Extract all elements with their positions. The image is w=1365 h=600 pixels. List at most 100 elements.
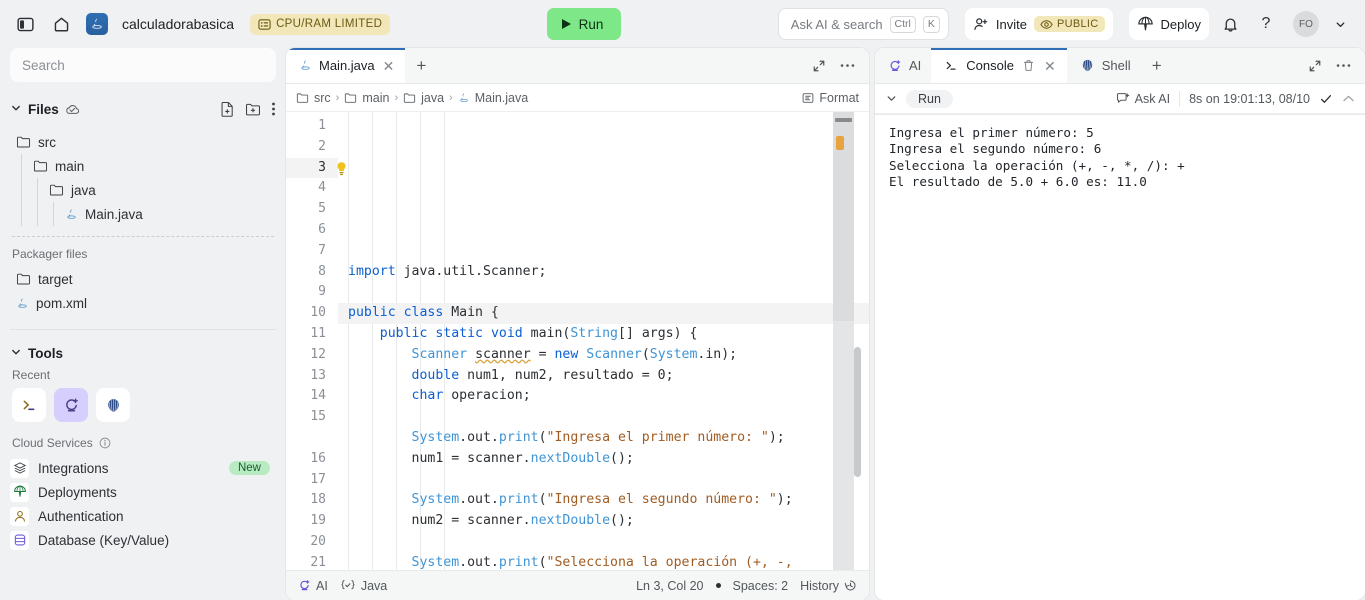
cloud-services-label-row: Cloud Services — [12, 436, 276, 450]
tree-item-src[interactable]: src — [10, 130, 276, 154]
code-line[interactable]: System.out.print("Selecciona la operació… — [338, 553, 869, 570]
sidebar-item-integrations[interactable]: Integrations New — [10, 456, 276, 480]
ask-ai-search-input[interactable]: Ask AI & search Ctrl K — [777, 8, 949, 40]
breadcrumb-item-main[interactable]: main — [344, 91, 389, 105]
eye-icon — [1040, 19, 1053, 30]
tree-item-java[interactable]: java — [10, 178, 276, 202]
new-tab-button[interactable]: + — [405, 48, 437, 83]
tool-ai-button[interactable] — [54, 388, 88, 422]
breadcrumb-item-main-java[interactable]: Main.java — [458, 91, 528, 105]
indent-guide — [37, 178, 38, 202]
code-line[interactable]: char operacion; — [338, 386, 869, 407]
code-token: scanner — [475, 346, 531, 362]
tab-ai[interactable]: AI — [875, 48, 931, 83]
trash-icon[interactable] — [1021, 59, 1036, 72]
tab-main-java[interactable]: Main.java ✕ — [286, 48, 406, 83]
status-ai-button[interactable]: AI — [298, 579, 328, 593]
sidebar-item-authentication[interactable]: Authentication — [10, 504, 276, 528]
code-line[interactable]: import java.util.Scanner; — [338, 262, 869, 283]
indent-setting[interactable]: Spaces: 2 — [733, 579, 789, 593]
search-input[interactable]: Search — [10, 48, 276, 82]
project-name[interactable]: calculadorabasica — [122, 16, 234, 32]
code-line[interactable] — [338, 532, 869, 553]
tools-section-header[interactable]: Tools — [10, 340, 276, 366]
tab-shell[interactable]: Shell — [1067, 48, 1141, 83]
code-line[interactable] — [338, 282, 869, 303]
deploy-icon — [10, 482, 29, 502]
chevron-down-icon[interactable] — [1325, 9, 1355, 39]
tree-item-pom-xml[interactable]: pom.xml — [10, 291, 276, 315]
tree-item-main-java[interactable]: Main.java — [10, 202, 276, 226]
tree-item-target[interactable]: target — [10, 267, 276, 291]
more-options-icon[interactable] — [1331, 54, 1355, 78]
maximize-icon[interactable] — [1303, 54, 1327, 78]
maximize-icon[interactable] — [807, 54, 831, 78]
more-options-icon[interactable] — [271, 101, 276, 117]
code-line[interactable]: System.out.print("Ingresa el primer núme… — [338, 428, 869, 449]
chevron-down-icon[interactable] — [10, 346, 22, 361]
cursor-position[interactable]: Ln 3, Col 20 — [636, 579, 703, 593]
sidebar-toggle-icon[interactable] — [10, 9, 40, 39]
code-token: Main { — [443, 305, 499, 321]
help-icon[interactable]: ? — [1251, 9, 1281, 39]
code-line[interactable]: System.out.print("Ingresa el segundo núm… — [338, 490, 869, 511]
collapse-icon[interactable] — [1342, 94, 1355, 103]
breadcrumb-item-java[interactable]: java — [403, 91, 444, 105]
console-ask-ai-button[interactable]: Ask AI — [1116, 92, 1170, 106]
console-output[interactable]: Ingresa el primer número: 5 Ingresa el s… — [875, 115, 1365, 600]
code-token: ( — [641, 346, 650, 362]
files-section-header[interactable]: Files — [10, 96, 276, 122]
chevron-down-icon[interactable] — [885, 92, 898, 105]
public-badge[interactable]: PUBLIC — [1033, 16, 1105, 32]
line-number: 11 — [310, 325, 326, 341]
run-button[interactable]: Run — [546, 8, 622, 40]
tool-shell-button[interactable] — [12, 388, 46, 422]
java-file-icon — [458, 92, 470, 104]
breadcrumb-item-src[interactable]: src — [296, 91, 331, 105]
status-language[interactable]: Java — [340, 579, 387, 593]
new-file-icon[interactable] — [220, 101, 235, 117]
console-tab-actions — [1303, 48, 1365, 83]
more-options-icon[interactable] — [835, 54, 859, 78]
deploy-button[interactable]: Deploy — [1128, 8, 1209, 40]
line-number: 8 — [318, 263, 326, 279]
code-scrollbar-thumb[interactable] — [854, 347, 861, 477]
avatar[interactable]: FO — [1293, 11, 1319, 37]
code-line[interactable]: double num1, num2, resultado = 0; — [338, 366, 869, 387]
line-number: 20 — [310, 533, 326, 549]
format-button[interactable]: Format — [802, 91, 859, 105]
code-scrollbar[interactable] — [854, 112, 861, 570]
indent-guide — [21, 154, 22, 178]
close-icon[interactable]: ✕ — [382, 59, 396, 73]
chevron-down-icon[interactable] — [10, 102, 22, 117]
info-icon[interactable] — [99, 437, 111, 449]
code-line[interactable] — [338, 407, 869, 428]
sidebar-item-database[interactable]: Database (Key/Value) — [10, 528, 276, 552]
code-minimap[interactable] — [833, 112, 854, 570]
code-line[interactable] — [338, 470, 869, 491]
tool-nix-button[interactable] — [96, 388, 130, 422]
console-run-chip[interactable]: Run — [906, 89, 953, 108]
code-line[interactable]: num1 = scanner.nextDouble(); — [338, 449, 869, 470]
invite-button[interactable]: Invite PUBLIC — [964, 8, 1113, 40]
prompt-icon — [21, 397, 38, 414]
code-line[interactable]: public static void main(String[] args) { — [338, 324, 869, 345]
sidebar-item-deployments[interactable]: Deployments — [10, 480, 276, 504]
code-editor[interactable]: 1 2 3 4 5 6 7 8 9 10 11 12 13 14 15 16 17 18 19 20 21 import… — [286, 112, 869, 570]
cpu-ram-badge[interactable]: CPU/RAM LIMITED — [250, 13, 391, 35]
code-line[interactable]: Scanner scanner = new Scanner(System.in)… — [338, 345, 869, 366]
tab-console[interactable]: Console ✕ — [931, 48, 1068, 83]
new-folder-icon[interactable] — [245, 102, 261, 117]
code-scroll-area[interactable]: 1 2 3 4 5 6 7 8 9 10 11 12 13 14 15 16 17 18 19 20 21 import… — [286, 112, 869, 570]
close-icon[interactable]: ✕ — [1043, 59, 1057, 73]
tree-item-main[interactable]: main — [10, 154, 276, 178]
new-console-tab-button[interactable]: + — [1141, 48, 1173, 83]
code-content[interactable]: import java.util.Scanner; public class Ma… — [338, 112, 869, 570]
code-line[interactable]: num2 = scanner.nextDouble(); — [338, 511, 869, 532]
history-button[interactable]: History — [800, 579, 857, 593]
home-icon[interactable] — [46, 9, 76, 39]
code-line[interactable]: public class Main { — [338, 303, 869, 324]
notifications-bell-icon[interactable] — [1215, 9, 1245, 39]
